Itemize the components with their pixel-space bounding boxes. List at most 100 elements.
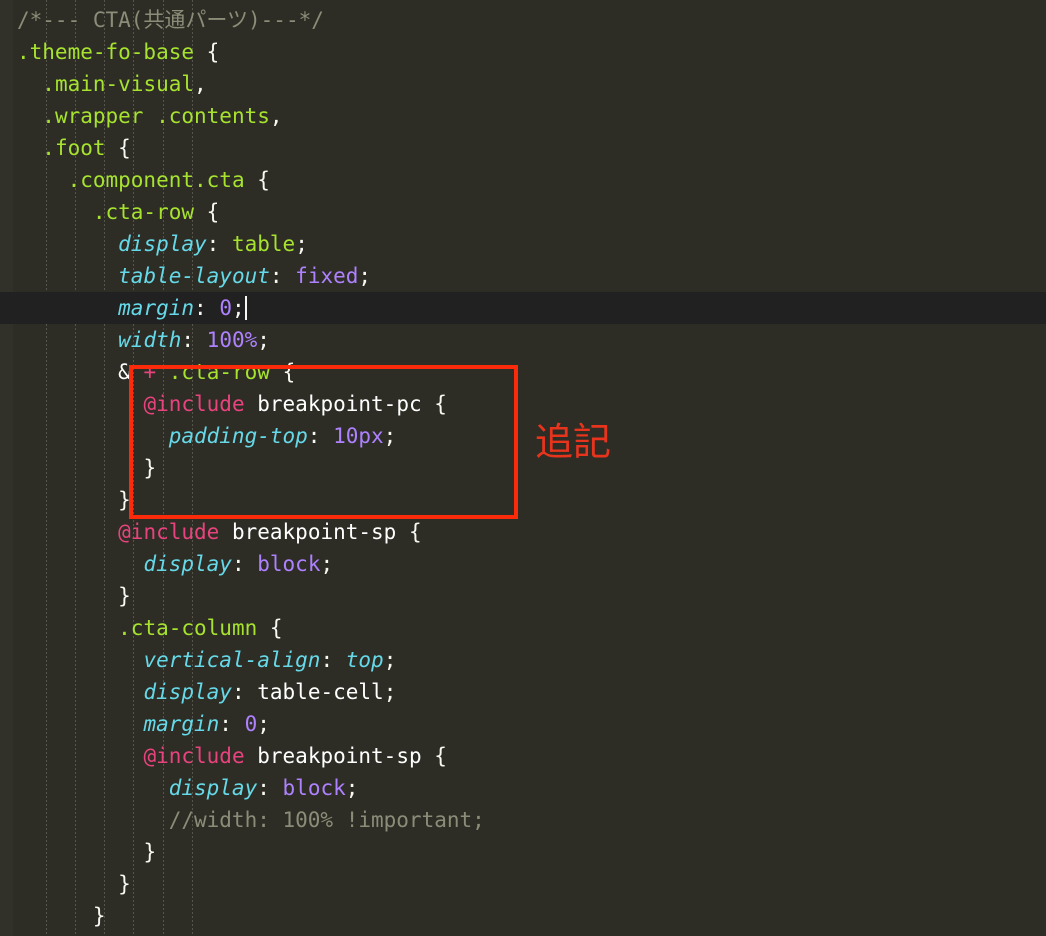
code-token: fixed: [295, 264, 359, 288]
code-token: .cta-row: [168, 360, 270, 384]
code-line[interactable]: padding-top: 10px;: [0, 420, 1046, 452]
code-line[interactable]: }: [0, 900, 1046, 932]
code-line[interactable]: & + .cta-row {: [0, 356, 1046, 388]
code-token: top: [345, 648, 384, 672]
code-token: .component.cta: [67, 168, 245, 192]
code-token: }: [92, 904, 106, 928]
code-token: ;: [231, 296, 245, 320]
code-token: :: [206, 232, 232, 256]
code-token: //width: 100% !important;: [168, 808, 485, 832]
code-token: :: [231, 680, 258, 704]
code-token: display: [118, 232, 207, 256]
code-line[interactable]: vertical-align: top;: [0, 644, 1046, 676]
code-token: .foot: [42, 136, 106, 160]
code-content[interactable]: /*--- CTA(共通パーツ)---*/ .theme-fo-base { .m…: [0, 0, 1046, 932]
code-token: .cta-row: [92, 200, 195, 224]
code-token: {: [409, 520, 422, 544]
code-token: +: [143, 360, 157, 384]
code-token: padding-top: [168, 424, 308, 448]
code-token: ;: [345, 776, 359, 800]
code-line[interactable]: @include breakpoint-sp {: [0, 740, 1046, 772]
code-line[interactable]: @include breakpoint-pc {: [0, 388, 1046, 420]
code-token: :: [231, 552, 258, 576]
code-line[interactable]: display: block;: [0, 548, 1046, 580]
code-token: ;: [295, 232, 308, 256]
code-line[interactable]: //width: 100% !important;: [0, 804, 1046, 836]
code-line[interactable]: .wrapper .contents,: [0, 100, 1046, 132]
code-line[interactable]: .main-visual,: [0, 68, 1046, 100]
code-token: ;: [383, 424, 397, 448]
code-token: display: [168, 776, 258, 800]
code-token: {: [118, 136, 131, 160]
code-token: .theme-fo-base: [17, 40, 195, 64]
code-token: width: [118, 328, 182, 352]
code-token: }: [143, 840, 157, 864]
code-token: ,: [194, 72, 207, 96]
code-token: .main-visual: [42, 72, 195, 96]
code-token: ;: [383, 648, 397, 672]
text-cursor: [244, 296, 247, 320]
code-token: }: [118, 872, 131, 896]
code-token: breakpoint-sp: [231, 520, 397, 544]
code-token: {: [206, 200, 220, 224]
code-token: ;: [358, 264, 372, 288]
code-token: block: [257, 552, 321, 576]
code-token: :: [320, 648, 346, 672]
code-token: :: [181, 328, 207, 352]
code-token: @include: [143, 392, 245, 416]
code-line[interactable]: }: [0, 868, 1046, 900]
code-token: &: [118, 360, 131, 384]
code-token: {: [434, 392, 447, 416]
code-token: ;: [383, 680, 397, 704]
annotation-label: 追記: [535, 420, 612, 464]
code-token: ;: [257, 328, 270, 352]
code-line[interactable]: .theme-fo-base {: [0, 36, 1046, 68]
code-line[interactable]: }: [0, 580, 1046, 612]
code-line[interactable]: width: 100%;: [0, 324, 1046, 356]
code-line[interactable]: .cta-row {: [0, 196, 1046, 228]
code-line[interactable]: margin: 0;: [0, 708, 1046, 740]
code-line[interactable]: margin: 0;: [0, 292, 1046, 324]
code-token: /*--- CTA(共通パーツ)---*/: [17, 8, 324, 32]
code-editor[interactable]: /*--- CTA(共通パーツ)---*/ .theme-fo-base { .m…: [0, 0, 1046, 936]
code-token: ;: [257, 712, 270, 736]
code-token: table: [231, 232, 296, 256]
code-token: breakpoint-pc: [257, 392, 422, 416]
code-token: 0: [244, 712, 258, 736]
code-line[interactable]: }: [0, 484, 1046, 516]
code-line[interactable]: @include breakpoint-sp {: [0, 516, 1046, 548]
code-token: {: [206, 40, 220, 64]
code-token: display: [143, 552, 232, 576]
code-token: margin: [143, 712, 220, 736]
code-token: @include: [118, 520, 220, 544]
code-token: display: [143, 680, 232, 704]
code-line[interactable]: .foot {: [0, 132, 1046, 164]
code-token: {: [282, 360, 296, 384]
code-token: @include: [143, 744, 245, 768]
code-token: :: [219, 712, 245, 736]
code-line[interactable]: display: table-cell;: [0, 676, 1046, 708]
code-token: :: [307, 424, 334, 448]
code-line[interactable]: }: [0, 452, 1046, 484]
code-line[interactable]: .component.cta {: [0, 164, 1046, 196]
code-token: table-layout: [118, 264, 270, 288]
code-line[interactable]: display: table;: [0, 228, 1046, 260]
code-line[interactable]: display: block;: [0, 772, 1046, 804]
code-line[interactable]: /*--- CTA(共通パーツ)---*/: [0, 4, 1046, 36]
code-token: {: [434, 744, 447, 768]
code-token: breakpoint-sp: [257, 744, 422, 768]
code-token: :: [269, 264, 296, 288]
code-token: ;: [320, 552, 334, 576]
code-token: .wrapper .contents: [42, 104, 270, 128]
code-line[interactable]: .cta-column {: [0, 612, 1046, 644]
code-line[interactable]: }: [0, 836, 1046, 868]
code-token: block: [282, 776, 346, 800]
code-line[interactable]: table-layout: fixed;: [0, 260, 1046, 292]
